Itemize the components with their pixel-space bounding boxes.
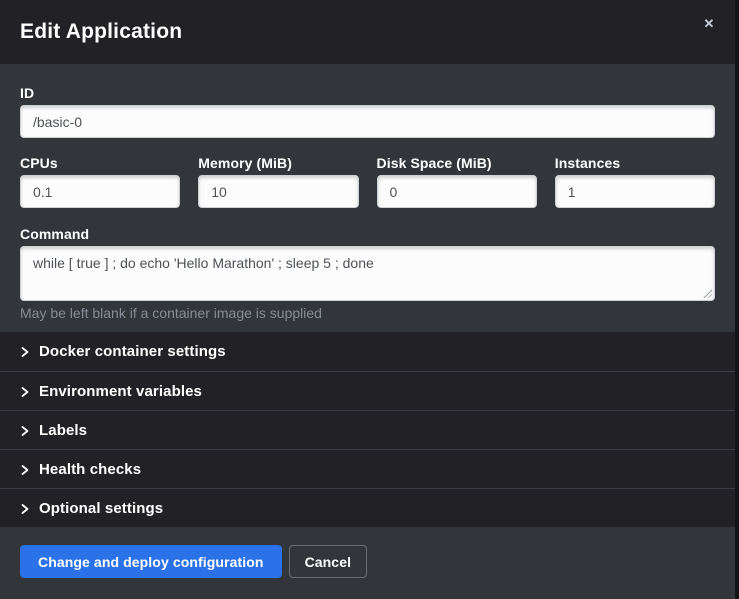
section-docker-container-settings[interactable]: Docker container settings	[0, 332, 735, 371]
chevron-right-icon	[20, 426, 30, 436]
section-label: Docker container settings	[39, 343, 226, 360]
cpus-input[interactable]	[20, 175, 180, 208]
instances-label: Instances	[555, 155, 715, 171]
section-labels[interactable]: Labels	[0, 410, 735, 449]
cancel-button[interactable]: Cancel	[289, 545, 368, 578]
instances-input[interactable]	[555, 175, 715, 208]
edit-application-modal: Edit Application ✕ ID CPUs Memory (MiB) …	[0, 0, 735, 599]
disk-label: Disk Space (MiB)	[377, 155, 537, 171]
application-form: ID CPUs Memory (MiB) Disk Space (MiB) In…	[0, 64, 735, 332]
chevron-right-icon	[20, 387, 30, 397]
close-icon[interactable]: ✕	[699, 14, 719, 34]
command-label: Command	[20, 226, 715, 242]
memory-field-group: Memory (MiB)	[198, 155, 358, 208]
section-optional-settings[interactable]: Optional settings	[0, 488, 735, 527]
command-field-group: Command while [ true ] ; do echo 'Hello …	[20, 226, 715, 321]
modal-header: Edit Application ✕	[0, 0, 735, 64]
chevron-right-icon	[20, 465, 30, 475]
disk-input[interactable]	[377, 175, 537, 208]
section-environment-variables[interactable]: Environment variables	[0, 371, 735, 410]
chevron-right-icon	[20, 504, 30, 514]
cpus-label: CPUs	[20, 155, 180, 171]
change-and-deploy-button[interactable]: Change and deploy configuration	[20, 545, 282, 578]
instances-field-group: Instances	[555, 155, 715, 208]
command-help-text: May be left blank if a container image i…	[20, 305, 715, 321]
section-health-checks[interactable]: Health checks	[0, 449, 735, 488]
memory-input[interactable]	[198, 175, 358, 208]
id-field-group: ID	[20, 85, 715, 138]
modal-title: Edit Application	[20, 20, 182, 44]
chevron-right-icon	[20, 347, 30, 357]
section-label: Labels	[39, 422, 87, 439]
section-label: Health checks	[39, 461, 141, 478]
cpus-field-group: CPUs	[20, 155, 180, 208]
section-label: Environment variables	[39, 383, 202, 400]
resources-row: CPUs Memory (MiB) Disk Space (MiB) Insta…	[20, 155, 715, 208]
collapsible-sections: Docker container settings Environment va…	[0, 332, 735, 527]
memory-label: Memory (MiB)	[198, 155, 358, 171]
modal-footer: Change and deploy configuration Cancel	[0, 527, 735, 599]
id-label: ID	[20, 85, 715, 101]
disk-field-group: Disk Space (MiB)	[377, 155, 537, 208]
command-input[interactable]: while [ true ] ; do echo 'Hello Marathon…	[20, 246, 715, 301]
section-label: Optional settings	[39, 500, 163, 517]
id-input[interactable]	[20, 105, 715, 138]
